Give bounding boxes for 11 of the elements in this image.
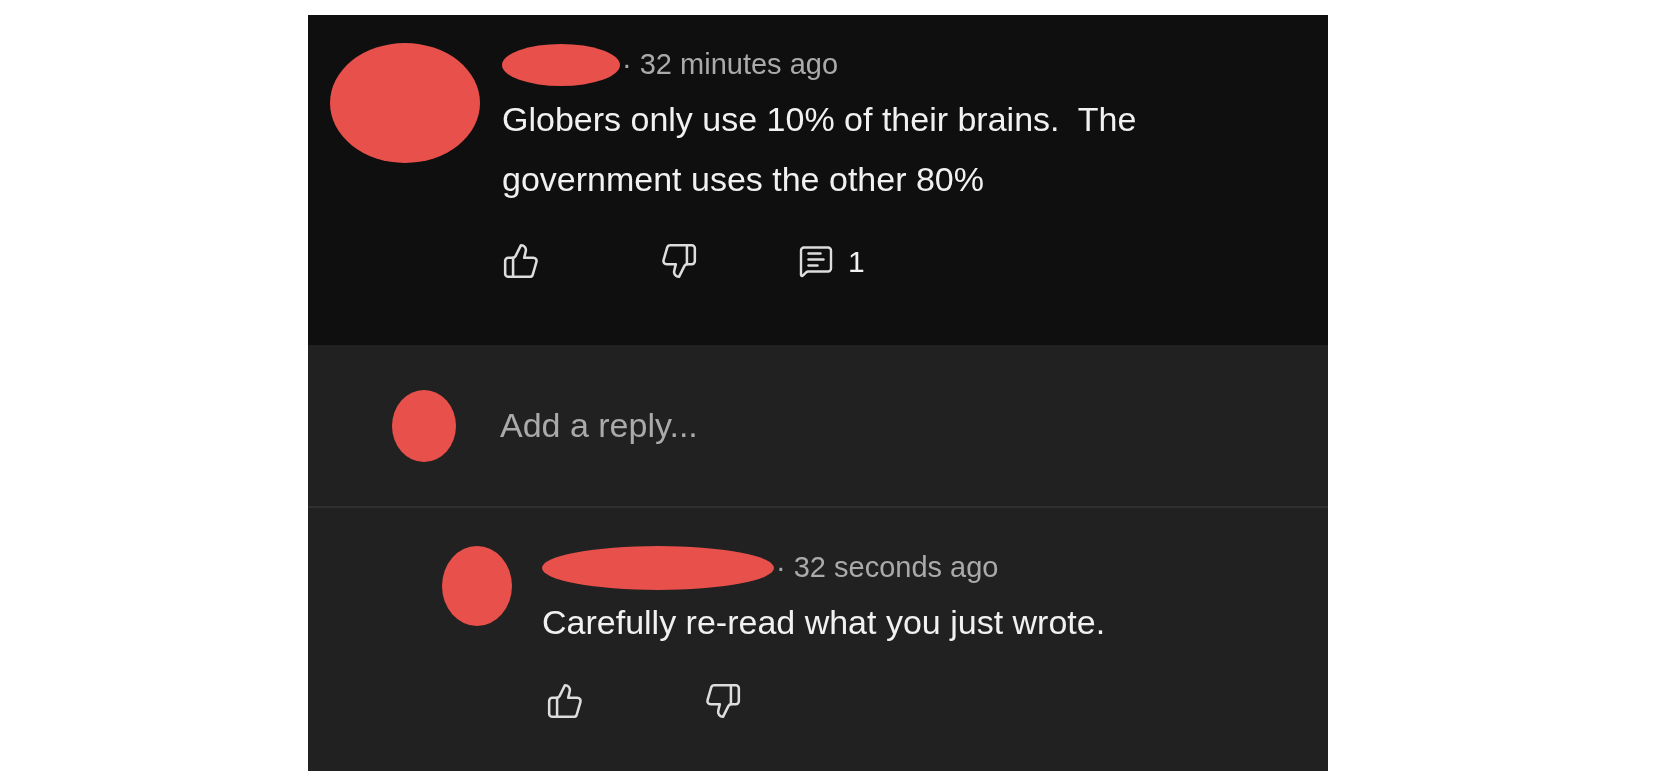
comment-icon[interactable]: [798, 243, 834, 279]
comment-text: Globers only use 10% of their brains. The government uses the other 80%: [502, 98, 1138, 200]
reply-time: · 32 seconds ago: [776, 550, 999, 586]
comment-time: · 32 minutes ago: [622, 47, 838, 82]
thumbs-up-icon[interactable]: [546, 682, 584, 720]
reply-field[interactable]: Add a reply...: [500, 400, 1200, 451]
reply-count: 1: [848, 243, 865, 280]
thumbs-down-icon[interactable]: [660, 242, 698, 280]
thumbs-up-icon[interactable]: [502, 242, 540, 280]
thumbs-down-icon[interactable]: [704, 682, 742, 720]
reply-text: Carefully re-read what you just wrote.: [542, 602, 1106, 643]
